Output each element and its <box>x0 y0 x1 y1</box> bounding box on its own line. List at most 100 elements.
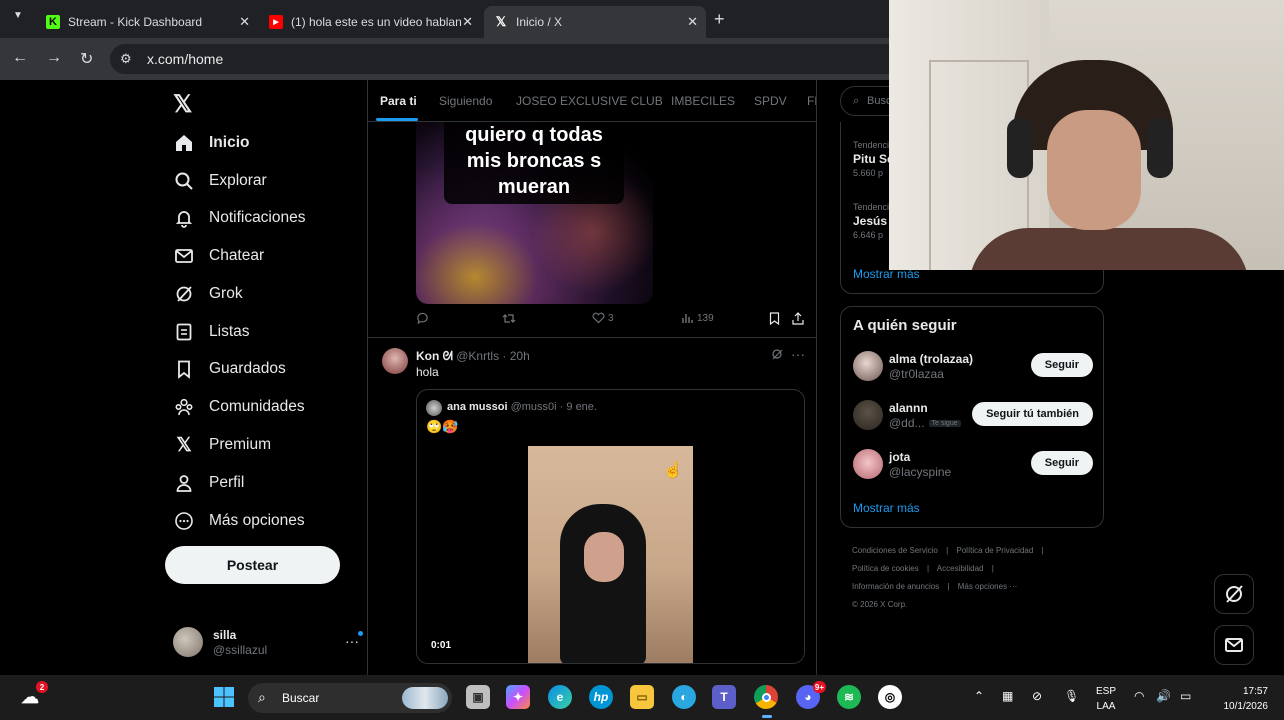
follow-show-more-link[interactable]: Mostrar más <box>853 501 920 515</box>
discord-icon[interactable]: ◕ 9+ <box>796 681 826 709</box>
weather-widget-icon[interactable]: ☁ 2 <box>18 681 48 709</box>
tray-app-icon[interactable]: ▦ <box>1002 689 1013 703</box>
follow-suggestion[interactable]: jota @lacyspine Seguir <box>853 449 1093 485</box>
close-tab-icon[interactable]: ✕ <box>462 14 473 30</box>
windows-start-icon[interactable] <box>212 685 236 709</box>
x-logo-icon: 𝕏 <box>495 14 507 29</box>
tab-spdv[interactable]: SPDV <box>754 94 787 108</box>
taskbar-clock[interactable]: 17:57 10/1/2026 <box>1212 684 1269 714</box>
quoted-post[interactable]: ana mussoi @muss0i · 9 ene. 🙄🥵 0:01 ☝ <box>416 389 805 664</box>
microphone-icon[interactable]: 🎙 <box>1064 689 1079 703</box>
nav-item-premium[interactable]: 𝕏 Premium <box>173 430 271 460</box>
copilot-icon[interactable]: ✦ <box>506 685 530 709</box>
nav-item-notificaciones[interactable]: Notificaciones <box>173 203 306 233</box>
edge-icon[interactable]: e <box>548 685 572 709</box>
grok-icon[interactable] <box>771 348 783 363</box>
tab-search-dropdown[interactable]: ▼ <box>8 10 28 28</box>
tab-siguiendo[interactable]: Siguiendo <box>439 94 492 108</box>
footer-link-terms[interactable]: Condiciones de Servicio <box>852 546 938 555</box>
author-name[interactable]: Kon ᘛ <box>416 349 453 363</box>
task-view-icon[interactable]: ▣ <box>466 685 490 709</box>
spotify-icon[interactable]: ≋ <box>837 685 861 709</box>
tab-title: Stream - Kick Dashboard <box>68 15 203 29</box>
nav-item-perfil[interactable]: Perfil <box>173 468 244 498</box>
nav-item-chatear[interactable]: Chatear <box>173 241 264 271</box>
share-button[interactable] <box>792 312 804 325</box>
nav-item-mas-opciones[interactable]: Más opciones <box>173 506 305 536</box>
nav-item-comunidades[interactable]: Comunidades <box>173 392 305 422</box>
browser-tab-x[interactable]: 𝕏 Inicio / X ✕ <box>484 6 706 38</box>
footer-link-cookies[interactable]: Política de cookies <box>852 564 919 573</box>
nav-item-inicio[interactable]: Inicio <box>173 128 249 158</box>
browser-tab-kick[interactable]: K Stream - Kick Dashboard ✕ <box>36 6 258 38</box>
follow-button[interactable]: Seguir <box>1030 353 1093 377</box>
follow-suggestion[interactable]: alma (trolazaa) @tr0lazaa Seguir <box>853 351 1093 387</box>
footer-link-more[interactable]: Más opciones ··· <box>958 582 1018 591</box>
bookmark-icon <box>173 358 195 380</box>
new-tab-icon[interactable]: + <box>714 9 725 30</box>
avatar[interactable] <box>382 348 408 374</box>
mail-icon <box>173 245 195 267</box>
site-settings-icon[interactable]: ⚙ <box>120 51 132 67</box>
nav-item-label: Explorar <box>209 172 267 189</box>
close-tab-icon[interactable]: ✕ <box>687 14 698 30</box>
post-button[interactable]: Postear <box>165 546 340 584</box>
nav-item-listas[interactable]: Listas <box>173 317 250 347</box>
tab-imbeciles[interactable]: IMBECILES <box>671 94 735 108</box>
close-tab-icon[interactable]: ✕ <box>239 14 250 30</box>
trend-item[interactable]: Tendencia Pitu Se 5.660 p <box>853 140 894 178</box>
repost-button[interactable] <box>502 312 516 325</box>
browser-tab-youtube[interactable]: ▶ (1) hola este es un video hablan ✕ <box>259 6 481 38</box>
back-icon[interactable]: ← <box>12 49 28 67</box>
input-language[interactable]: ESP LAA <box>1096 684 1116 714</box>
bookmark-icon <box>769 312 780 325</box>
video-player[interactable]: 0:01 ☝ <box>417 446 804 663</box>
teams-icon[interactable]: T <box>712 685 736 709</box>
bookmark-button[interactable] <box>769 312 780 325</box>
footer-link-privacy[interactable]: Política de Privacidad <box>956 546 1033 555</box>
nav-item-guardados[interactable]: Guardados <box>173 354 286 384</box>
like-button[interactable]: 3 <box>592 312 614 324</box>
more-icon[interactable]: ··· <box>791 346 805 362</box>
tray-overflow-icon[interactable]: ⌃ <box>974 689 984 703</box>
app-icon[interactable]: ◐ <box>672 685 696 709</box>
hp-icon[interactable]: hp <box>589 685 613 709</box>
author-handle[interactable]: @Knrtls <box>456 349 499 363</box>
nav-item-grok[interactable]: Grok <box>173 279 243 309</box>
nav-item-explorar[interactable]: Explorar <box>173 166 267 196</box>
obs-icon[interactable]: ◎ <box>878 685 902 709</box>
views-button[interactable]: 139 <box>681 312 714 324</box>
battery-icon[interactable]: ▭ <box>1180 689 1191 703</box>
tray-muted-icon[interactable]: ⊘ <box>1032 689 1042 703</box>
reload-icon[interactable]: ↻ <box>80 49 93 69</box>
mail-icon <box>1225 638 1243 652</box>
taskbar-search[interactable]: ⌕ Buscar <box>248 683 452 713</box>
tab-para-ti[interactable]: Para ti <box>380 94 417 108</box>
follow-suggestion[interactable]: alannn @dd... Te sigue Seguir tú también <box>853 400 1093 436</box>
post-media-image[interactable]: quiero q todas mis broncas s mueran <box>416 122 653 304</box>
wifi-icon[interactable]: ◠ <box>1134 689 1144 703</box>
volume-icon[interactable]: 🔊 <box>1156 689 1171 703</box>
reply-button[interactable] <box>416 312 429 325</box>
timeline[interactable]: Para ti Siguiendo JOSEO EXCLUSIVE CLUB I… <box>367 80 817 675</box>
tab-joseo-exclusive-club[interactable]: JOSEO EXCLUSIVE CLUB <box>516 94 663 108</box>
suggestion-name: alannn <box>889 401 928 415</box>
footer-link-ads-info[interactable]: Información de anuncios <box>852 582 939 591</box>
follow-back-button[interactable]: Seguir tú también <box>972 402 1093 426</box>
chrome-icon[interactable] <box>754 685 778 709</box>
tab-ff[interactable]: FF <box>807 94 816 108</box>
account-switcher[interactable]: silla @ssillazul ··· <box>173 625 363 665</box>
nav-item-label: Perfil <box>209 474 245 491</box>
address-bar[interactable]: ⚙ x.com/home <box>110 44 889 74</box>
messages-fab[interactable] <box>1214 625 1254 665</box>
footer-link-accessibility[interactable]: Accesibilidad <box>937 564 984 573</box>
file-explorer-icon[interactable]: ▭ <box>630 685 654 709</box>
clock-time: 17:57 <box>1242 686 1268 697</box>
grok-fab[interactable] <box>1214 574 1254 614</box>
x-logo-icon[interactable]: 𝕏 <box>173 90 192 119</box>
nav-item-label: Chatear <box>209 247 265 264</box>
forward-icon[interactable]: → <box>46 49 62 67</box>
windows-taskbar: ☁ 2 ⌕ Buscar ▣ ✦ e hp ▭ ◐ T ◕ 9+ ≋ ◎ ⌃ ▦ ⊘… <box>0 675 1284 720</box>
follow-button[interactable]: Seguir <box>1030 451 1093 475</box>
nav-item-label: Inicio <box>209 134 250 151</box>
